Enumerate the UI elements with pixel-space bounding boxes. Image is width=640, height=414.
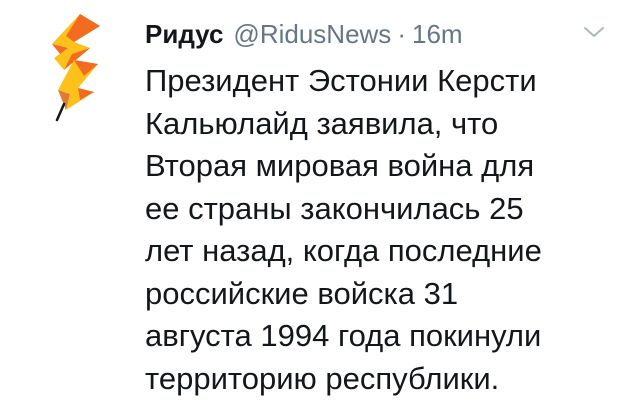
tweet-text-line: ее страны закончилась 25	[145, 190, 524, 226]
tweet-text-line: августа 1994 года покинули	[145, 318, 542, 353]
tweet-text-line: Кальюлайд заявила, что	[145, 105, 499, 141]
tweet-text: Президент Эстонии Керсти Кальюлайд заяви…	[145, 60, 615, 400]
author-name[interactable]: Ридус	[145, 14, 223, 54]
tweet-text-line: российские войска 31	[145, 275, 459, 311]
tweet-text-line: территорию республики.	[145, 360, 500, 396]
author-handle[interactable]: @RidusNews	[233, 14, 391, 54]
tweet-text-line: лет назад, когда последние	[145, 233, 542, 268]
tweet-timestamp[interactable]: 16m	[412, 14, 463, 54]
chevron-down-icon	[584, 27, 604, 37]
separator-dot: ·	[397, 19, 406, 49]
tweet-text-line: Вторая мировая война для	[145, 148, 535, 183]
tweet[interactable]: Ридус @RidusNews · 16m Президент Эстонии…	[0, 0, 640, 414]
tweet-header: Ридус @RidusNews · 16m	[145, 14, 463, 54]
lightning-pencil-logo-icon	[52, 14, 100, 122]
tweet-text-line: Президент Эстонии Керсти	[145, 63, 537, 98]
avatar[interactable]	[44, 14, 106, 126]
tweet-menu-button[interactable]	[582, 24, 606, 40]
